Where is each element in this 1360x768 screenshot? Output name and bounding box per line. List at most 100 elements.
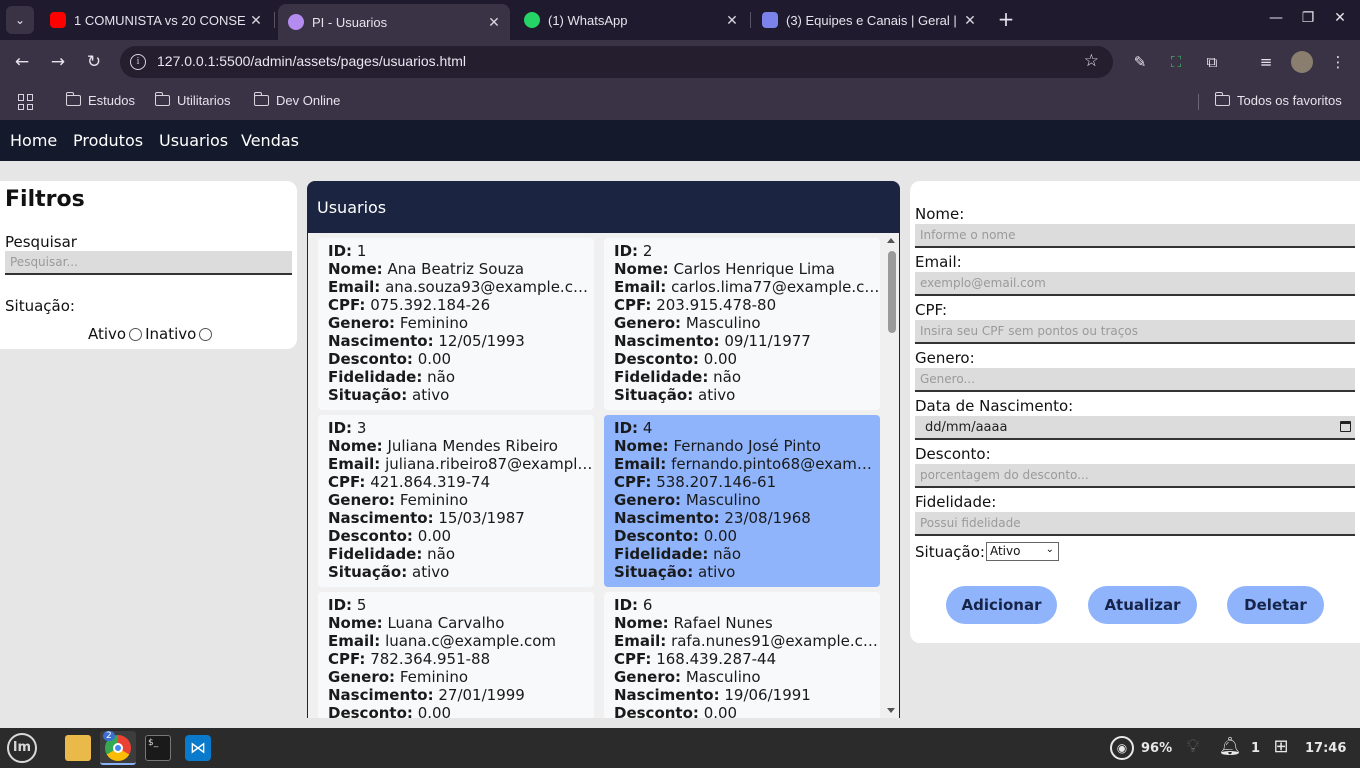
all-bookmarks-folder[interactable]: Todos os favoritos [1214, 92, 1342, 108]
minimize-button[interactable]: — [1266, 10, 1286, 26]
add-button[interactable]: Adicionar [946, 586, 1057, 624]
user-card[interactable]: ID: 2 Nome: Carlos Henrique Lima Email: ca… [604, 238, 880, 410]
user-field-value: ativo [698, 563, 736, 581]
media-controls-icon[interactable]: ≡ [1256, 52, 1276, 72]
close-icon[interactable]: ✕ [246, 12, 266, 29]
delete-button[interactable]: Deletar [1227, 586, 1324, 624]
chrome-app[interactable]: 2 [100, 731, 136, 765]
scroll-up-arrow[interactable] [887, 238, 895, 243]
nav-usuarios[interactable]: Usuarios [159, 131, 228, 150]
close-icon[interactable]: ✕ [722, 12, 742, 29]
user-card[interactable]: ID: 1 Nome: Ana Beatriz Souza Email: ana.s… [318, 238, 594, 410]
user-field-label: Genero: [328, 314, 396, 332]
maximize-button[interactable]: ❐ [1298, 10, 1318, 26]
extension-icon[interactable]: ✎ [1130, 52, 1150, 72]
user-field-value: ativo [698, 386, 736, 404]
user-card[interactable]: ID: 3 Nome: Juliana Mendes Ribeiro Email: … [318, 415, 594, 587]
forward-button[interactable]: → [46, 50, 70, 74]
tab-youtube[interactable]: 1 COMUNISTA vs 20 CONSER ✕ [40, 4, 272, 36]
status-select[interactable]: Ativo ⌄ [985, 542, 1059, 561]
files-app[interactable] [60, 731, 96, 765]
name-input[interactable]: Informe o nome [915, 224, 1355, 248]
user-field-value: 168.439.287-44 [656, 650, 777, 668]
email-input[interactable]: exemplo@email.com [915, 272, 1355, 296]
tab-teams[interactable]: (3) Equipes e Canais | Geral | ✕ [752, 4, 986, 36]
user-field-gender: Genero: Masculino [614, 314, 880, 332]
address-bar[interactable]: i 127.0.0.1:5500/admin/assets/pages/usua… [120, 46, 1113, 78]
tab-title: (3) Equipes e Canais | Geral | [786, 12, 957, 28]
users-panel: Usuarios ID: 6 Nome: Rafael Nunes Email: r… [307, 181, 900, 718]
user-field-label: Nome: [614, 614, 669, 632]
users-list-scrollbar[interactable] [884, 233, 899, 718]
user-field-value: 27/01/1999 [438, 686, 525, 704]
user-field-label: Nascimento: [614, 686, 720, 704]
site-info-icon[interactable]: i [130, 54, 146, 70]
tab-whatsapp[interactable]: (1) WhatsApp ✕ [514, 4, 748, 36]
close-icon[interactable]: ✕ [960, 12, 980, 29]
notifications-bell-icon[interactable]: 🔔︎ [1218, 735, 1242, 759]
discount-input[interactable]: porcentagem do desconto... [915, 464, 1355, 488]
close-window-button[interactable]: ✕ [1330, 10, 1350, 26]
gender-input[interactable]: Genero... [915, 368, 1355, 392]
nav-vendas[interactable]: Vendas [241, 131, 299, 150]
user-field-label: Desconto: [328, 350, 413, 368]
user-field-birth: Nascimento: 09/11/1977 [614, 332, 880, 350]
inactive-radio-label: Inativo [145, 325, 197, 343]
loyalty-input[interactable]: Possui fidelidade [915, 512, 1355, 536]
close-icon[interactable]: ✕ [484, 14, 504, 31]
tab-search-button[interactable]: ⌄ [6, 6, 34, 34]
cpf-input[interactable]: Insira seu CPF sem pontos ou traços [915, 320, 1355, 344]
tab-pi-usuarios[interactable]: PI - Usuarios ✕ [278, 4, 510, 40]
active-radio[interactable] [129, 327, 143, 341]
calendar-icon[interactable] [1340, 421, 1351, 432]
user-field-birth: Nascimento: 12/05/1993 [328, 332, 594, 350]
bookmark-folder-dev-online[interactable]: Dev Online [253, 92, 340, 108]
apps-grid-icon[interactable] [18, 94, 34, 110]
scroll-thumb[interactable] [888, 251, 896, 333]
update-button[interactable]: Atualizar [1088, 586, 1197, 624]
clock[interactable]: 17:46 [1305, 741, 1346, 756]
nav-produtos[interactable]: Produtos [73, 131, 143, 150]
user-field-email: Email: rafa.nunes91@example.com [614, 632, 880, 650]
user-card[interactable]: ID: 6 Nome: Rafael Nunes Email: rafa.nunes… [604, 592, 880, 718]
scroll-down-arrow[interactable] [887, 708, 895, 713]
bookmark-star-icon[interactable]: ☆ [1084, 51, 1099, 71]
user-field-gender: Genero: Feminino [328, 314, 594, 332]
terminal-app[interactable]: $_ [140, 731, 176, 765]
extensions-puzzle-icon[interactable]: ⧉ [1202, 52, 1222, 72]
user-field-birth: Nascimento: 27/01/1999 [328, 686, 594, 704]
user-card[interactable]: ID: 4 Nome: Fernando José Pinto Email: fer… [604, 415, 880, 587]
profile-avatar[interactable] [1291, 51, 1313, 73]
back-button[interactable]: ← [10, 50, 34, 74]
bookmark-folder-estudos[interactable]: Estudos [65, 92, 135, 108]
user-card[interactable]: ID: 5 Nome: Luana Carvalho Email: luana.c@… [318, 592, 594, 718]
url-text: 127.0.0.1:5500/admin/assets/pages/usuari… [157, 53, 466, 69]
screenshot-extension-icon[interactable]: ⛶ [1166, 52, 1186, 72]
nav-home[interactable]: Home [10, 131, 57, 150]
user-field-value: 0.00 [417, 704, 452, 718]
browser-tab-strip: ⌄ 1 COMUNISTA vs 20 CONSER ✕ PI - Usuari… [0, 0, 1360, 40]
search-input[interactable] [5, 251, 292, 275]
birth-date-input[interactable]: dd/mm/aaaa [915, 416, 1355, 440]
user-field-value: 6 [642, 596, 653, 614]
battery-icon[interactable]: ◉ [1110, 736, 1134, 760]
users-panel-title: Usuarios [317, 198, 387, 217]
user-field-label: Email: [328, 278, 381, 296]
inactive-radio[interactable] [199, 327, 213, 341]
user-field-label: CPF: [328, 296, 366, 314]
user-field-label: Desconto: [614, 704, 699, 718]
mint-menu-icon[interactable]: lm [7, 733, 37, 763]
network-icon[interactable]: ⊞ [1269, 735, 1293, 759]
browser-menu-icon[interactable]: ⋮ [1328, 52, 1348, 72]
folder-app-icon [65, 735, 91, 761]
user-field-label: CPF: [614, 473, 652, 491]
users-list[interactable]: ID: 6 Nome: Rafael Nunes Email: rafa.nunes… [308, 233, 899, 718]
bookmark-folder-utilitarios[interactable]: Utilitarios [154, 92, 230, 108]
reload-button[interactable]: ↻ [82, 50, 106, 74]
browser-toolbar: ← → ↻ i 127.0.0.1:5500/admin/assets/page… [0, 40, 1360, 84]
user-field-gender: Genero: Masculino [614, 668, 880, 686]
new-tab-button[interactable]: + [994, 8, 1018, 32]
user-field-loyalty: Fidelidade: não [328, 545, 594, 563]
vscode-app[interactable]: ⋈ [180, 731, 216, 765]
bulb-icon[interactable]: 💡︎ [1181, 735, 1205, 759]
